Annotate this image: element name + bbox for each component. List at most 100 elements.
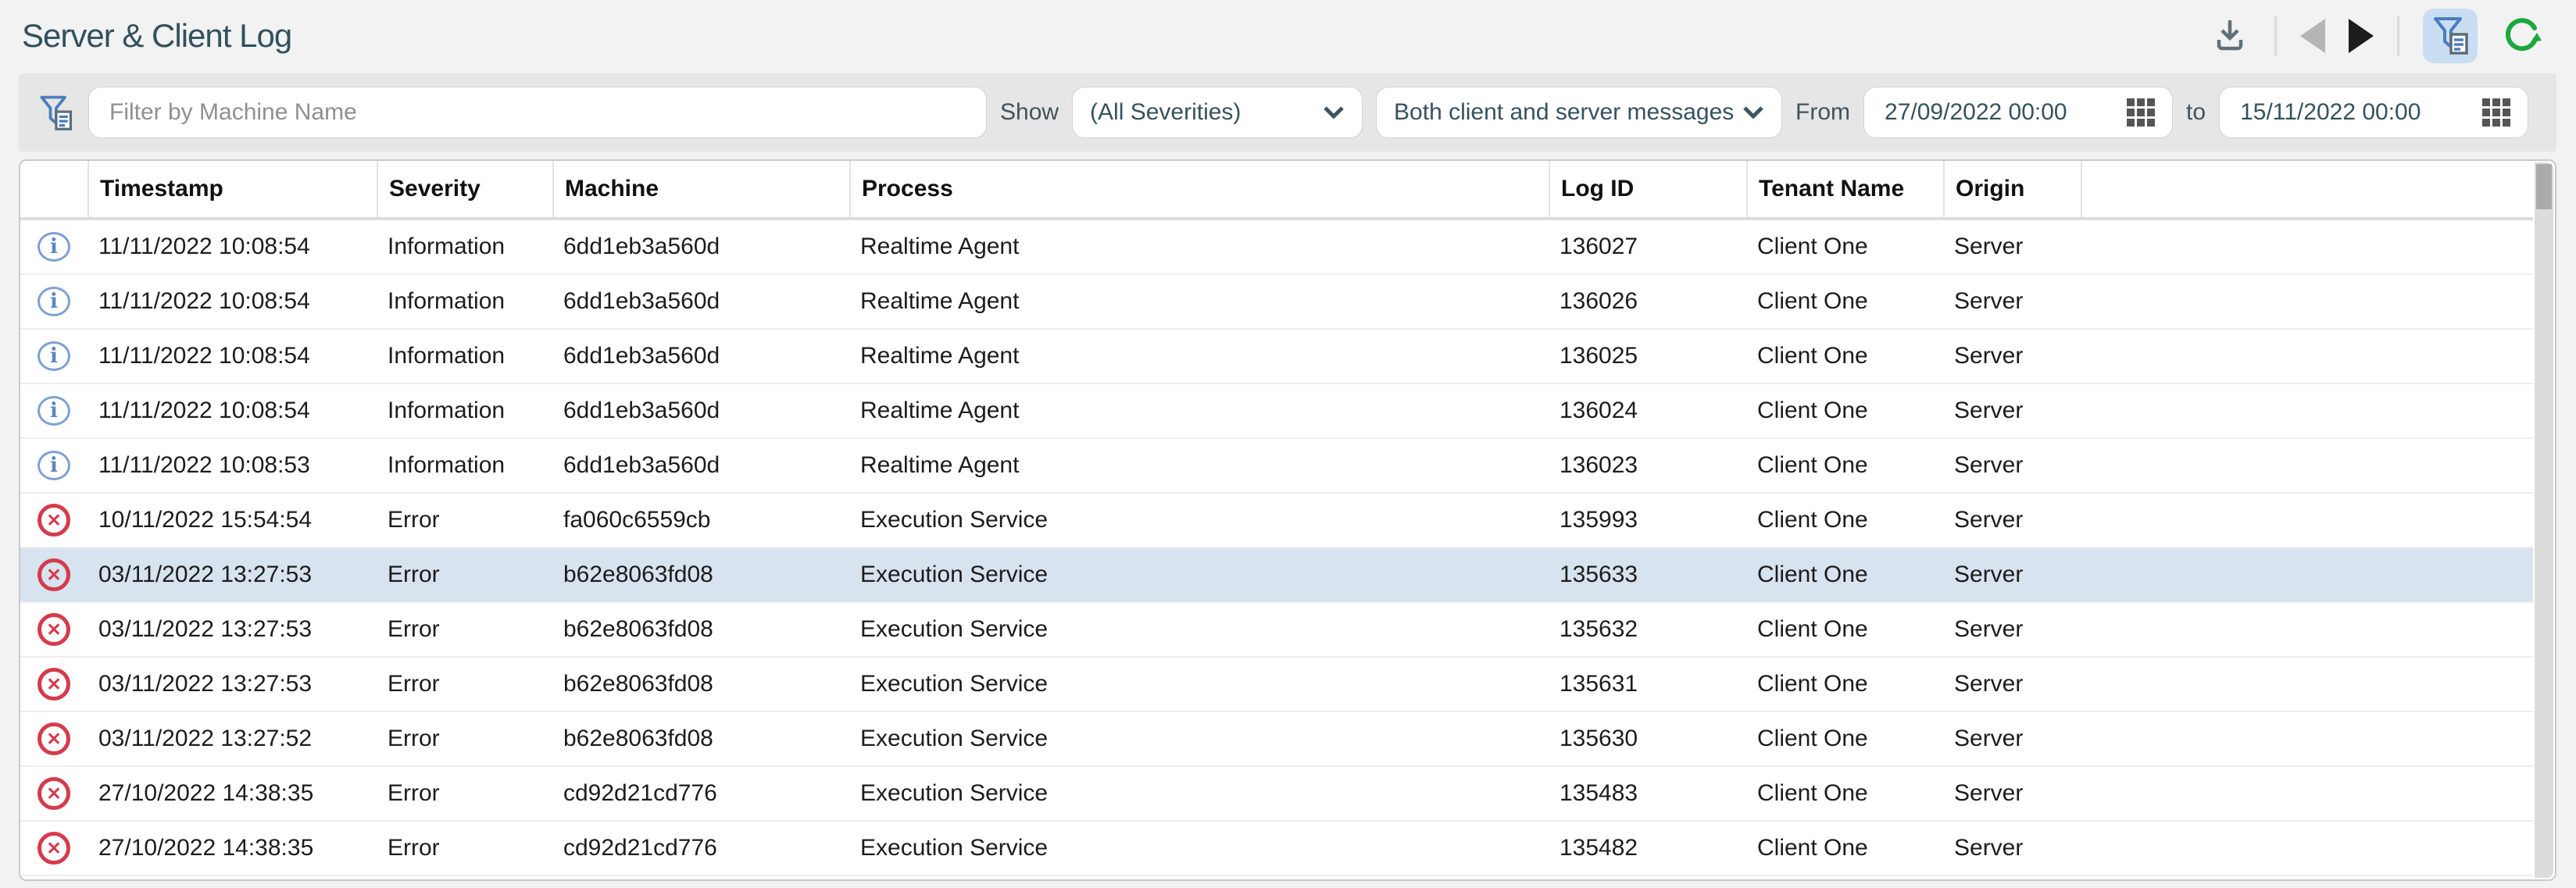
from-date-input[interactable]: 27/09/2022 00:00 bbox=[1863, 87, 2173, 138]
cell-machine: 6dd1eb3a560d bbox=[552, 288, 849, 315]
cell-tenant-name: Client One bbox=[1746, 726, 1943, 752]
cell-timestamp: 11/11/2022 10:08:54 bbox=[88, 343, 377, 369]
cell-tenant-name: Client One bbox=[1746, 616, 1943, 643]
table-row[interactable]: ✕ 03/11/2022 13:27:53 Error b62e8063fd08… bbox=[20, 603, 2533, 658]
cell-log-id: 135483 bbox=[1549, 780, 1746, 807]
cell-severity: Information bbox=[377, 288, 552, 315]
cell-timestamp: 03/11/2022 13:27:53 bbox=[88, 616, 377, 643]
machine-name-filter-input[interactable] bbox=[88, 87, 987, 138]
download-icon bbox=[2209, 14, 2251, 59]
severity-select-value: (All Severities) bbox=[1090, 99, 1241, 126]
error-circle-icon: ✕ bbox=[38, 777, 70, 810]
cell-machine: b62e8063fd08 bbox=[552, 726, 849, 752]
cell-timestamp: 11/11/2022 10:08:54 bbox=[88, 398, 377, 424]
error-circle-icon: ✕ bbox=[38, 504, 70, 537]
severity-select[interactable]: (All Severities) bbox=[1072, 87, 1363, 138]
cell-process: Execution Service bbox=[849, 671, 1549, 697]
table-row[interactable]: i 11/11/2022 10:08:54 Information 6dd1eb… bbox=[20, 220, 2533, 275]
cell-origin: Server bbox=[1943, 343, 2081, 369]
vertical-scrollbar[interactable] bbox=[2535, 162, 2553, 878]
cell-process: Execution Service bbox=[849, 835, 1549, 861]
cell-severity: Information bbox=[377, 343, 552, 369]
filter-panel-toggle-button[interactable] bbox=[2423, 9, 2478, 63]
refresh-button[interactable] bbox=[2501, 15, 2542, 58]
cell-severity: Error bbox=[377, 835, 552, 861]
cell-process: Realtime Agent bbox=[849, 343, 1549, 369]
cell-log-id: 135630 bbox=[1549, 726, 1746, 752]
previous-page-button[interactable] bbox=[2300, 19, 2325, 53]
severity-icon-cell: ✕ bbox=[20, 832, 88, 865]
cell-log-id: 135632 bbox=[1549, 616, 1746, 643]
toolbar bbox=[2209, 9, 2542, 63]
column-header-process[interactable]: Process bbox=[849, 161, 1549, 217]
cell-process: Execution Service bbox=[849, 507, 1549, 533]
table-row[interactable]: i 11/11/2022 10:08:53 Information 6dd1eb… bbox=[20, 439, 2533, 494]
cell-log-id: 136027 bbox=[1549, 234, 1746, 260]
scrollbar-thumb[interactable] bbox=[2536, 164, 2552, 209]
column-header-timestamp[interactable]: Timestamp bbox=[88, 161, 377, 217]
info-circle-icon: i bbox=[38, 396, 70, 426]
next-page-button[interactable] bbox=[2349, 19, 2374, 53]
table-row[interactable]: i 11/11/2022 10:08:54 Information 6dd1eb… bbox=[20, 330, 2533, 384]
toolbar-divider bbox=[2274, 16, 2277, 56]
cell-severity: Error bbox=[377, 726, 552, 752]
cell-log-id: 136023 bbox=[1549, 452, 1746, 479]
cell-machine: fa060c6559cb bbox=[552, 507, 849, 533]
info-circle-icon: i bbox=[38, 232, 70, 262]
table-body: i 11/11/2022 10:08:54 Information 6dd1eb… bbox=[20, 220, 2533, 876]
table-row[interactable]: ✕ 10/11/2022 15:54:54 Error fa060c6559cb… bbox=[20, 494, 2533, 548]
to-date-input[interactable]: 15/11/2022 00:00 bbox=[2219, 87, 2528, 138]
previous-page-icon bbox=[2300, 19, 2325, 53]
cell-process: Execution Service bbox=[849, 562, 1549, 588]
download-button[interactable] bbox=[2209, 14, 2251, 59]
cell-origin: Server bbox=[1943, 398, 2081, 424]
cell-timestamp: 03/11/2022 13:27:53 bbox=[88, 562, 377, 588]
table-row[interactable]: i 11/11/2022 10:08:54 Information 6dd1eb… bbox=[20, 384, 2533, 439]
cell-severity: Error bbox=[377, 616, 552, 643]
log-table-panel: Timestamp Severity Machine Process Log I… bbox=[19, 159, 2556, 881]
cell-severity: Information bbox=[377, 398, 552, 424]
cell-machine: b62e8063fd08 bbox=[552, 562, 849, 588]
toolbar-divider bbox=[2397, 16, 2399, 56]
calendar-grid-icon bbox=[2124, 95, 2158, 130]
severity-icon-cell: ✕ bbox=[20, 613, 88, 646]
column-header-tenant-name[interactable]: Tenant Name bbox=[1746, 161, 1943, 217]
column-header-origin[interactable]: Origin bbox=[1943, 161, 2081, 217]
column-header-severity[interactable]: Severity bbox=[377, 161, 552, 217]
table-row[interactable]: ✕ 03/11/2022 13:27:53 Error b62e8063fd08… bbox=[20, 658, 2533, 712]
filter-document-icon bbox=[2429, 13, 2471, 59]
severity-icon-cell: i bbox=[20, 451, 88, 480]
table-header-row: Timestamp Severity Machine Process Log I… bbox=[20, 161, 2533, 220]
cell-severity: Information bbox=[377, 234, 552, 260]
table-row[interactable]: ✕ 03/11/2022 13:27:52 Error b62e8063fd08… bbox=[20, 712, 2533, 767]
cell-tenant-name: Client One bbox=[1746, 671, 1943, 697]
table-row[interactable]: ✕ 27/10/2022 14:38:35 Error cd92d21cd776… bbox=[20, 767, 2533, 822]
table-row[interactable]: i 11/11/2022 10:08:54 Information 6dd1eb… bbox=[20, 275, 2533, 330]
cell-origin: Server bbox=[1943, 452, 2081, 479]
cell-log-id: 135482 bbox=[1549, 835, 1746, 861]
cell-log-id: 135633 bbox=[1549, 562, 1746, 588]
chevron-down-icon bbox=[1323, 105, 1345, 119]
cell-origin: Server bbox=[1943, 726, 2081, 752]
cell-origin: Server bbox=[1943, 562, 2081, 588]
table-row[interactable]: ✕ 27/10/2022 14:38:35 Error cd92d21cd776… bbox=[20, 822, 2533, 876]
cell-process: Execution Service bbox=[849, 780, 1549, 807]
info-circle-icon: i bbox=[38, 451, 70, 480]
to-date-value: 15/11/2022 00:00 bbox=[2240, 99, 2421, 126]
cell-process: Realtime Agent bbox=[849, 452, 1549, 479]
table-row[interactable]: ✕ 03/11/2022 13:27:53 Error b62e8063fd08… bbox=[20, 548, 2533, 603]
cell-log-id: 136026 bbox=[1549, 288, 1746, 315]
message-source-select[interactable]: Both client and server messages bbox=[1376, 87, 1782, 138]
to-label: to bbox=[2186, 99, 2206, 126]
cell-origin: Server bbox=[1943, 780, 2081, 807]
cell-tenant-name: Client One bbox=[1746, 398, 1943, 424]
cell-origin: Server bbox=[1943, 671, 2081, 697]
column-header-log-id[interactable]: Log ID bbox=[1549, 161, 1746, 217]
column-header-machine[interactable]: Machine bbox=[552, 161, 849, 217]
chevron-down-icon bbox=[1742, 105, 1764, 119]
cell-machine: 6dd1eb3a560d bbox=[552, 234, 849, 260]
show-label: Show bbox=[1000, 99, 1059, 126]
cell-tenant-name: Client One bbox=[1746, 780, 1943, 807]
error-circle-icon: ✕ bbox=[38, 558, 70, 591]
refresh-icon bbox=[2501, 15, 2542, 58]
